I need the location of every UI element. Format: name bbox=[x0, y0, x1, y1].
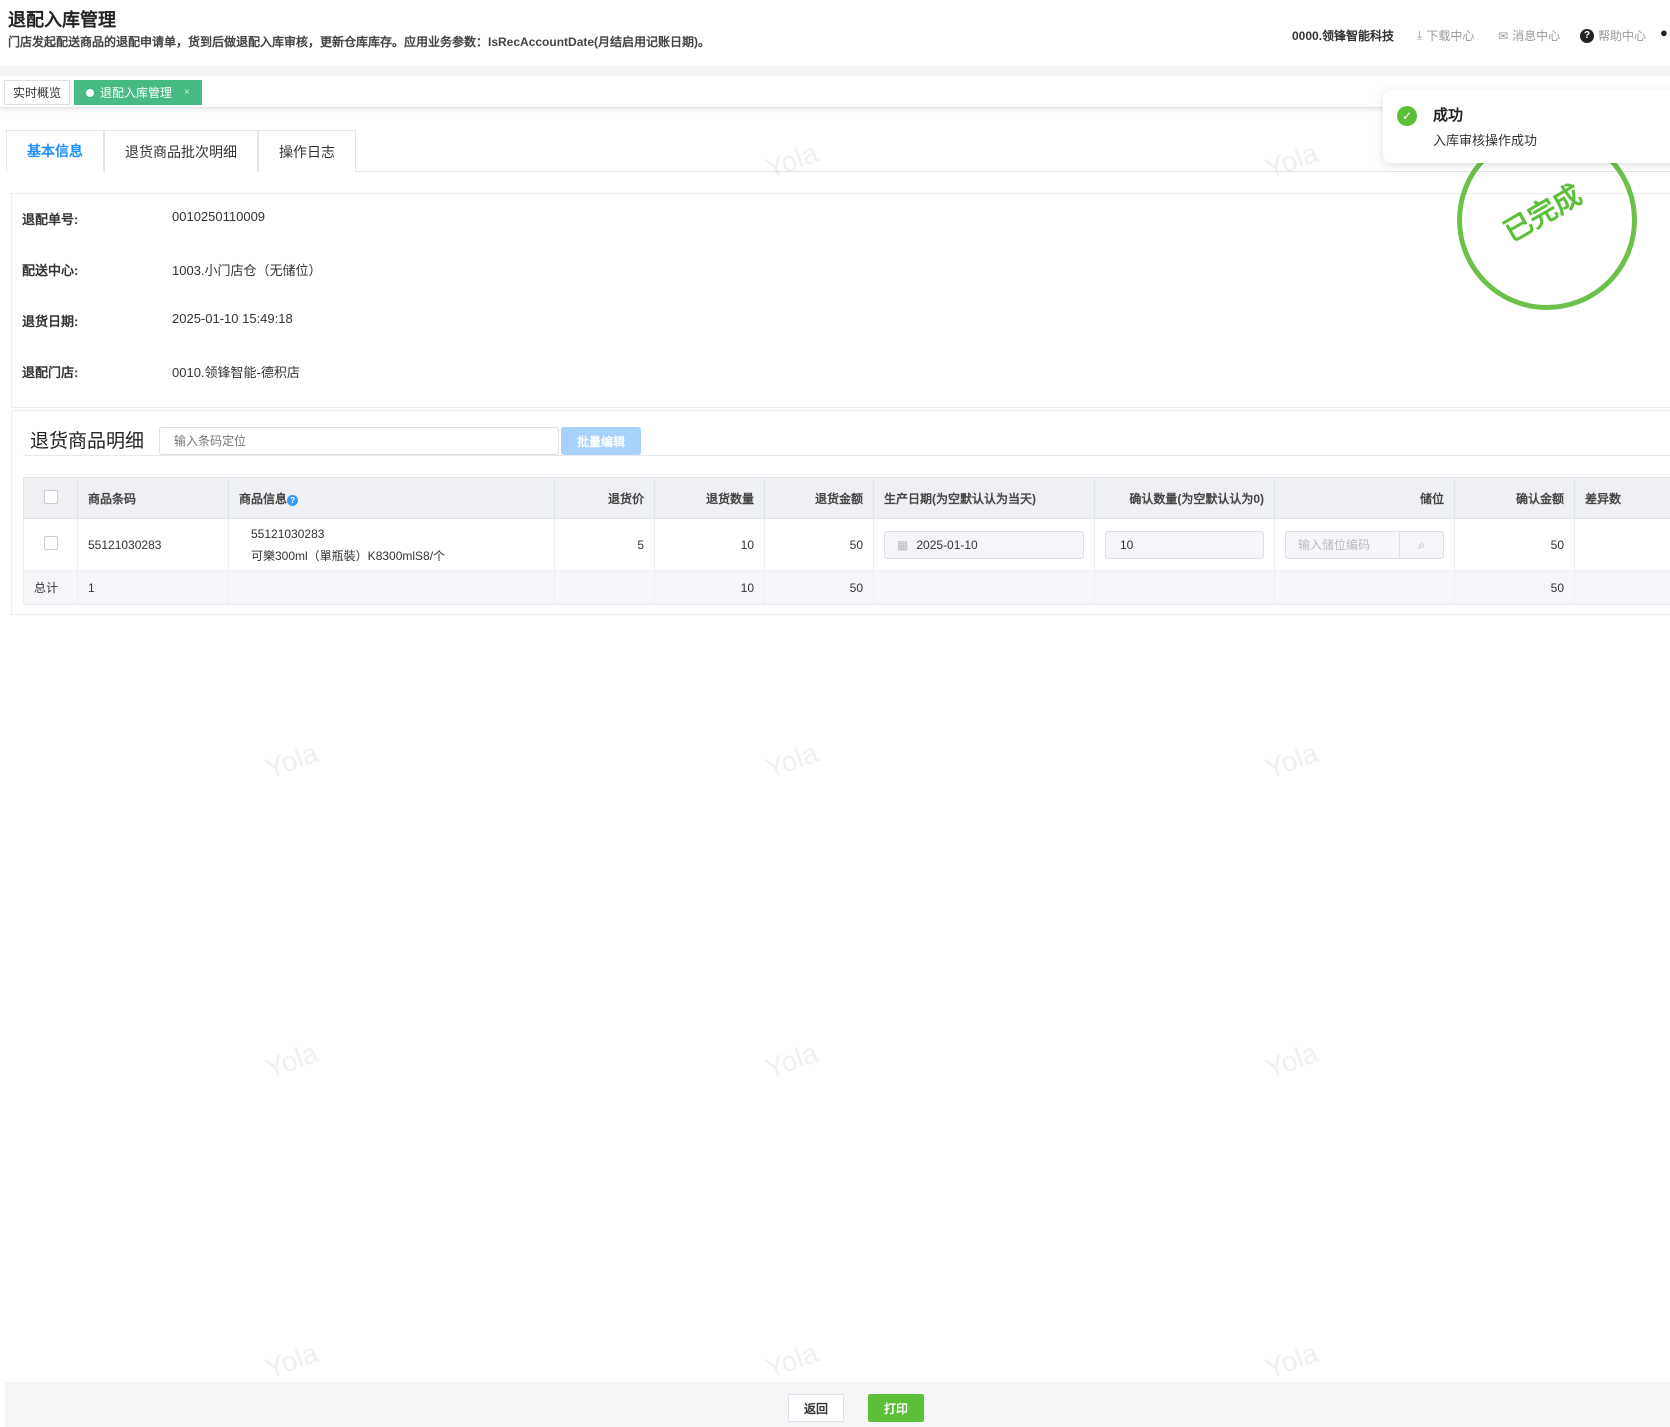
tab-label: 实时概览 bbox=[13, 86, 62, 100]
info-value: 1003.小门店仓（无储位） bbox=[172, 263, 322, 278]
success-toast: ✓ 成功 入库审核操作成功 bbox=[1383, 90, 1670, 163]
watermark: Yola bbox=[1261, 1336, 1323, 1385]
toast-message: 入库审核操作成功 bbox=[1433, 133, 1538, 148]
prod-date-picker[interactable]: ▦ 2025-01-10 bbox=[884, 530, 1084, 559]
page-title: 退配入库管理 bbox=[8, 10, 116, 30]
info-label: 退配单号: bbox=[22, 212, 79, 227]
print-button[interactable]: 打印 bbox=[868, 1394, 924, 1422]
batch-edit-button[interactable]: 批量编辑 bbox=[561, 427, 641, 455]
download-icon: ⤓ bbox=[1417, 28, 1423, 42]
header-gap bbox=[0, 66, 1670, 76]
cell-price: 5 bbox=[554, 518, 655, 571]
row-checkbox[interactable] bbox=[23, 518, 78, 571]
success-check-icon: ✓ bbox=[1397, 106, 1417, 126]
confirm-qty-value: 10 bbox=[1120, 537, 1134, 552]
info-row-date: 退货日期: 2025-01-10 15:49:18 bbox=[22, 311, 293, 330]
watermark: Yola bbox=[261, 1336, 323, 1385]
barcode-search-input[interactable] bbox=[159, 427, 559, 455]
cell-info: 55121030283 可樂300ml（單瓶裝）K8300mlS8/个 bbox=[228, 518, 555, 571]
calendar-icon: ▦ bbox=[897, 537, 909, 552]
company-name[interactable]: 0000.领锋智能科技 bbox=[1292, 27, 1394, 44]
cell-qty: 10 bbox=[654, 518, 765, 571]
info-row-store: 退配门店: 0010.领锋智能-德积店 bbox=[22, 362, 300, 381]
info-name: 可樂300ml（單瓶裝）K8300mlS8/个 bbox=[251, 548, 446, 563]
total-amount: 50 bbox=[764, 570, 874, 605]
col-info: 商品信息? bbox=[228, 477, 555, 519]
mail-icon: ✉ bbox=[1498, 28, 1509, 43]
total-row: 总计 1 10 50 50 bbox=[23, 570, 1670, 605]
confirm-qty-input[interactable]: 10 bbox=[1105, 530, 1264, 559]
return-items-table: 商品条码 商品信息? 退货价 退货数量 退货金额 生产日期(为空默认认为当天) … bbox=[23, 477, 1670, 605]
tab-basic-info[interactable]: 基本信息 bbox=[6, 130, 104, 172]
total-label: 总计 bbox=[23, 570, 78, 605]
watermark: Yola bbox=[1261, 736, 1323, 785]
cell-location: 输入储位编码 ⌕ bbox=[1274, 518, 1455, 571]
help-icon[interactable]: ? bbox=[287, 494, 299, 506]
page-tab-return-inbound[interactable]: 退配入库管理 × bbox=[74, 80, 202, 105]
divider bbox=[23, 455, 1670, 456]
col-confirm-amount: 确认金额 bbox=[1454, 477, 1575, 519]
prod-date-value: 2025-01-10 bbox=[916, 537, 978, 552]
col-prod-date: 生产日期(为空默认认为当天) bbox=[873, 477, 1095, 519]
cell-confirm-amount: 50 bbox=[1454, 518, 1575, 571]
page-tab-overview[interactable]: 实时概览 bbox=[4, 80, 71, 105]
info-label: 退货日期: bbox=[22, 314, 79, 329]
toast-title: 成功 bbox=[1433, 107, 1464, 124]
tab-label: 退配入库管理 bbox=[100, 86, 173, 100]
back-button[interactable]: 返回 bbox=[788, 1394, 844, 1422]
help-icon: ? bbox=[1580, 28, 1594, 43]
col-confirm-qty: 确认数量(为空默认认为0) bbox=[1094, 477, 1275, 519]
page-description: 门店发起配送商品的退配申请单，货到后做退配入库审核，更新仓库库存。应用业务参数：… bbox=[8, 35, 711, 49]
watermark: Yola bbox=[761, 1336, 823, 1385]
total-count: 1 bbox=[77, 570, 229, 605]
cell-confirm-qty: 10 bbox=[1094, 518, 1275, 571]
total-qty: 10 bbox=[654, 570, 765, 605]
total-confirm-amount: 50 bbox=[1454, 570, 1575, 605]
detail-title: 退货商品明细 bbox=[30, 431, 145, 452]
cell-barcode: 55121030283 bbox=[77, 518, 229, 571]
active-dot-icon bbox=[86, 88, 94, 97]
watermark: Yola bbox=[761, 1036, 823, 1085]
user-icon[interactable]: ● bbox=[1660, 25, 1668, 40]
location-input[interactable]: 输入储位编码 ⌕ bbox=[1285, 530, 1444, 559]
info-value: 0010.领锋智能-德积店 bbox=[172, 365, 300, 380]
info-value: 0010250110009 bbox=[172, 209, 266, 224]
info-row-order-no: 退配单号: 0010250110009 bbox=[22, 209, 265, 228]
tab-operation-log[interactable]: 操作日志 bbox=[258, 130, 356, 172]
col-diff: 差异数 bbox=[1574, 477, 1670, 519]
select-all-checkbox[interactable] bbox=[23, 477, 78, 519]
watermark: Yola bbox=[1261, 1036, 1323, 1085]
download-center-link[interactable]: ⤓ 下载中心 bbox=[1417, 27, 1474, 44]
table-row: 55121030283 55121030283 可樂300ml（單瓶裝）K8300… bbox=[23, 518, 1670, 571]
download-label: 下载中心 bbox=[1426, 29, 1475, 43]
watermark: Yola bbox=[261, 1036, 323, 1085]
cell-diff bbox=[1574, 518, 1670, 571]
col-info-label: 商品信息 bbox=[239, 491, 288, 506]
col-price: 退货价 bbox=[554, 477, 655, 519]
info-code: 55121030283 bbox=[251, 526, 325, 541]
info-value: 2025-01-10 15:49:18 bbox=[172, 311, 293, 326]
cell-amount: 50 bbox=[764, 518, 874, 571]
col-qty: 退货数量 bbox=[654, 477, 765, 519]
info-label: 配送中心: bbox=[22, 263, 79, 278]
messages-label: 消息中心 bbox=[1512, 29, 1561, 43]
help-label: 帮助中心 bbox=[1598, 29, 1647, 43]
col-location: 储位 bbox=[1274, 477, 1455, 519]
cell-prod-date: ▦ 2025-01-10 bbox=[873, 518, 1095, 571]
tab-batch-detail[interactable]: 退货商品批次明细 bbox=[104, 130, 258, 172]
message-center-link[interactable]: ✉ 消息中心 bbox=[1498, 27, 1560, 44]
col-amount: 退货金额 bbox=[764, 477, 874, 519]
close-icon[interactable]: × bbox=[184, 87, 190, 98]
info-label: 退配门店: bbox=[22, 365, 79, 380]
info-row-dc: 配送中心: 1003.小门店仓（无储位） bbox=[22, 260, 322, 279]
table-header: 商品条码 商品信息? 退货价 退货数量 退货金额 生产日期(为空默认认为当天) … bbox=[23, 477, 1670, 519]
search-icon[interactable]: ⌕ bbox=[1399, 531, 1443, 558]
col-barcode: 商品条码 bbox=[77, 477, 229, 519]
location-placeholder: 输入储位编码 bbox=[1298, 538, 1371, 552]
watermark: Yola bbox=[761, 736, 823, 785]
watermark: Yola bbox=[261, 736, 323, 785]
help-center-link[interactable]: ? 帮助中心 bbox=[1580, 27, 1646, 44]
